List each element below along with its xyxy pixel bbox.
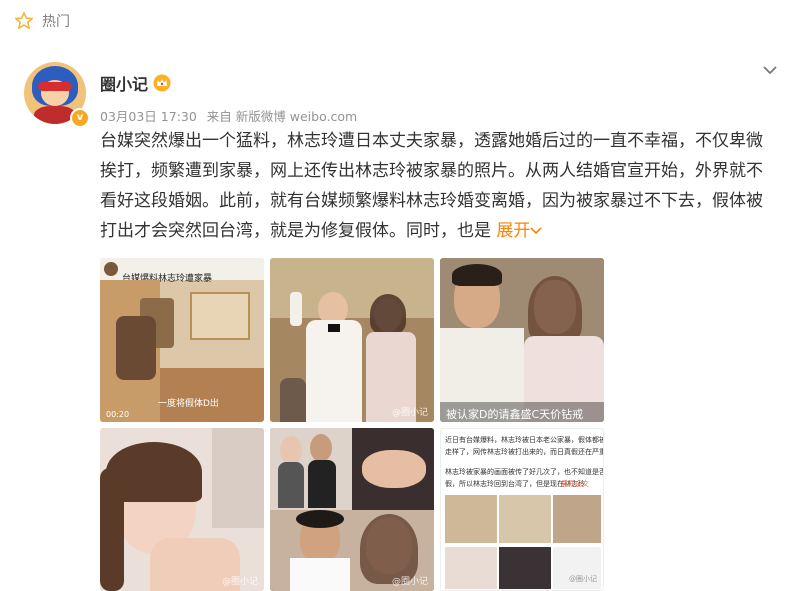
image-5-watermark: @圈小记: [391, 577, 428, 587]
image-4[interactable]: @圈小记: [100, 428, 264, 591]
post-date[interactable]: 03月03日 17:30: [100, 109, 197, 124]
image-grid: 台媒爆料林志玲遭家暴 一度将假体D出 00:20 @圈小记 被认家D的请鑫盛C天…: [100, 258, 605, 591]
image-6-text-2: 走样了，网传林志玲被打出来的，而日真假还在严重: [445, 448, 604, 456]
star-icon: [15, 12, 33, 29]
image-6-watermark: @圈小记: [569, 575, 597, 583]
post-text: 台媒突然爆出一个猛料，林志玲遭日本丈夫家暴，透露她婚后过的一直不幸福，不仅卑微挨…: [100, 126, 770, 246]
image-6-more: 展开全文: [561, 480, 589, 488]
image-5[interactable]: @圈小记: [270, 428, 434, 591]
image-1[interactable]: 台媒爆料林志玲遭家暴 一度将假体D出 00:20: [100, 258, 264, 422]
image-2[interactable]: @圈小记: [270, 258, 434, 422]
chevron-down-icon: [530, 227, 542, 235]
hot-section-header: 热门: [14, 10, 70, 32]
post-source: 来自 新版微博 weibo.com: [206, 109, 358, 124]
image-6-text-3: 林志玲被家暴的画面被传了好几次了，也不知道是否真: [445, 468, 604, 476]
image-1-caption: 一度将假体D出: [158, 399, 219, 409]
verified-badge-icon: v: [70, 108, 90, 128]
image-2-watermark: @圈小记: [391, 408, 428, 418]
image-4-watermark: @圈小记: [221, 577, 258, 587]
image-1-stamp: 00:20: [106, 410, 130, 419]
post-body: 台媒突然爆出一个猛料，林志玲遭日本丈夫家暴，透露她婚后过的一直不幸福，不仅卑微挨…: [100, 131, 763, 241]
expand-link[interactable]: 展开: [496, 221, 542, 241]
chevron-down-icon[interactable]: [760, 60, 780, 80]
image-6[interactable]: 近日有台媒爆料，林志玲被日本老公家暴，假体都被打 走样了，网传林志玲被打出来的，…: [440, 428, 604, 591]
post-meta: 03月03日 17:30 来自 新版微博 weibo.com: [100, 106, 363, 125]
image-3[interactable]: 被认家D的请鑫盛C天价钻戒: [440, 258, 604, 422]
image-3-caption: 被认家D的请鑫盛C天价钻戒: [446, 408, 584, 421]
image-6-text-1: 近日有台媒爆料，林志玲被日本老公家暴，假体都被打: [445, 436, 604, 444]
section-label: 热门: [42, 14, 70, 30]
crown-icon: [153, 74, 171, 92]
author-name[interactable]: 圈小记: [100, 71, 148, 95]
